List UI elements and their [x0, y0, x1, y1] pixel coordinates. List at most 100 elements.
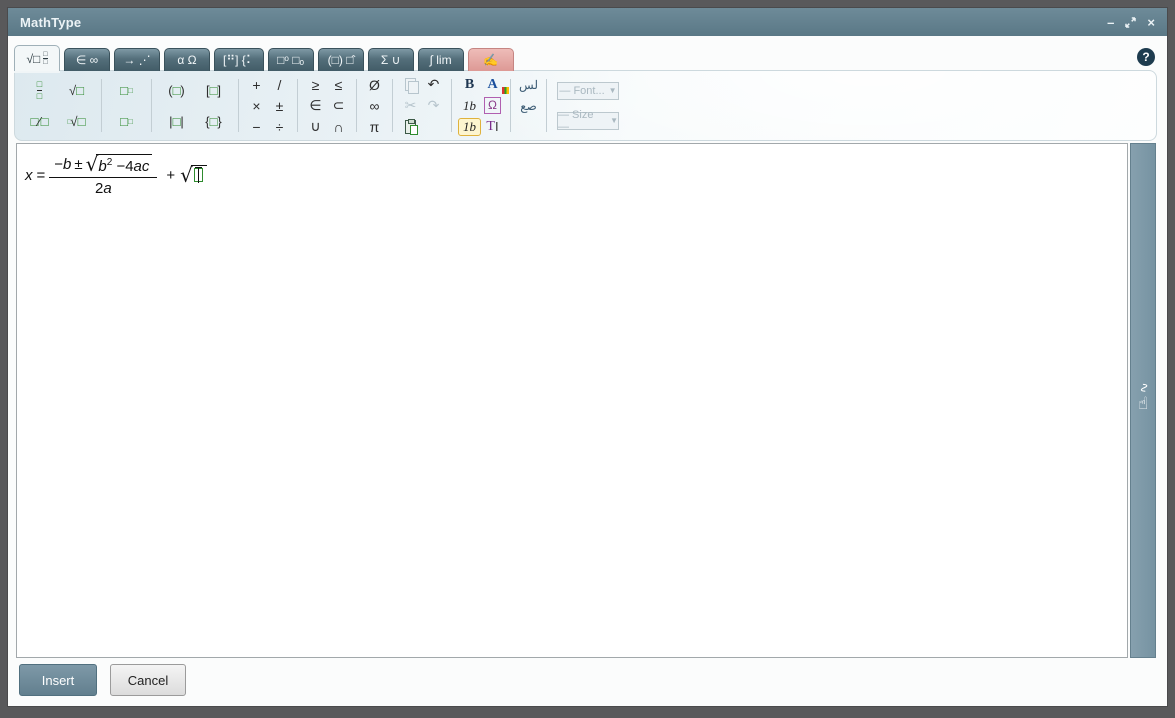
equation: x = − b ± √ b2 −4ac 2a + √ [25, 154, 1119, 197]
tab-scripts[interactable]: □ᵒ □ₒ [267, 48, 314, 71]
nth-root-button[interactable]: □ √□ [58, 106, 95, 137]
slash-fraction-button[interactable]: □∕□ [21, 106, 58, 137]
toolbar: □□ √□ □∕□ □√□ □□ □□ (□) [□] |□| {□} [14, 70, 1157, 141]
handwriting-strip[interactable]: ∿ ☝ [1130, 143, 1156, 658]
subscript-button[interactable]: □ □ [108, 106, 145, 137]
divide-button[interactable]: ÷ [268, 116, 291, 137]
math-style-button[interactable]: 1b [458, 95, 481, 116]
chevron-down-icon: ▼ [610, 116, 618, 125]
arabic-group: لس صع [517, 75, 540, 136]
symbol-style-button[interactable]: Ω [481, 95, 504, 116]
copy-icon [404, 77, 419, 94]
window-controls: – × [1107, 16, 1155, 29]
integral-lim-icon: ∫ lim [429, 53, 452, 67]
matrix-icon: [⠛] {⠅ [223, 53, 255, 67]
text-mode-button[interactable]: TI [481, 116, 504, 137]
tab-strip: √□ □ □ ∈ ∞ → ⋰ α Ω [⠛] {⠅ □ᵒ □ₒ (□) □̂ Σ … [14, 45, 514, 71]
equation-lhs: x [25, 167, 33, 184]
minus-button[interactable]: − [245, 116, 268, 137]
help-button[interactable]: ? [1137, 48, 1155, 66]
greek-icon: α Ω [177, 53, 197, 67]
chevron-down-icon: ▼ [608, 86, 617, 95]
tab-matrices[interactable]: [⠛] {⠅ [214, 48, 264, 71]
absolute-value-button[interactable]: |□| [158, 106, 195, 137]
relations-icon: ∈ ∞ [75, 53, 99, 67]
sum-union-icon: Σ ∪ [380, 53, 401, 67]
pi-button[interactable]: π [363, 116, 386, 137]
cut-button[interactable]: ✂ [399, 95, 422, 116]
divider [510, 79, 511, 132]
brackets-button[interactable]: [□] [195, 75, 232, 106]
arrows-icon: → ⋰ [123, 53, 151, 67]
leq-button[interactable]: ≤ [327, 74, 350, 95]
divider [101, 79, 102, 132]
symbol-group-arithmetic: + / × ± − ÷ [245, 75, 291, 136]
close-button[interactable]: × [1147, 16, 1155, 29]
sqrt-button[interactable]: √□ [58, 75, 95, 106]
handwriting-icon: ✍ [483, 53, 499, 67]
paste-icon [405, 118, 418, 135]
active-style-button[interactable]: 1b [458, 116, 481, 137]
divider [151, 79, 152, 132]
tab-handwriting[interactable]: ✍ [467, 48, 514, 71]
superscript-button[interactable]: □ □ [108, 75, 145, 106]
clipboard-group: ↶ ✂ ↷ [399, 75, 445, 136]
tab-calculus[interactable]: ∫ lim [417, 48, 464, 71]
arabic-math-button-1[interactable]: لس [517, 74, 540, 95]
fraction-template-icon: □ □ [43, 50, 48, 66]
tab-greek[interactable]: α Ω [164, 48, 210, 71]
font-size-group: — Font... ▼ — Size — ▼ [557, 75, 619, 136]
bold-button[interactable]: B [458, 74, 481, 95]
denominator: 2a [49, 177, 158, 197]
times-button[interactable]: × [245, 95, 268, 116]
window-title: MathType [20, 14, 82, 30]
plus-button[interactable]: + [245, 74, 268, 95]
union-button[interactable]: ∪ [304, 116, 327, 137]
infinity-button[interactable]: ∞ [363, 95, 386, 116]
tab-big-operators[interactable]: Σ ∪ [367, 48, 414, 71]
fences-icon: (□) □̂ [327, 53, 354, 67]
dialog-footer: Insert Cancel [8, 658, 1167, 702]
divider [392, 79, 393, 132]
plus-minus-button[interactable]: ± [268, 95, 291, 116]
color-button[interactable]: A [481, 74, 509, 95]
divider [238, 79, 239, 132]
tab-relations[interactable]: ∈ ∞ [64, 48, 110, 71]
tab-algebra-templates[interactable]: √□ □ □ [14, 45, 60, 71]
title-bar[interactable]: MathType – × [8, 8, 1167, 36]
braces-button[interactable]: {□} [195, 106, 232, 137]
radical: √ b2 −4ac [86, 154, 153, 175]
template-group-fences: (□) [□] |□| {□} [158, 75, 232, 136]
restore-icon[interactable] [1125, 16, 1137, 28]
paste-button[interactable] [399, 116, 422, 137]
minimize-button[interactable]: – [1107, 16, 1114, 29]
template-group-scripts: □ □ □ □ [108, 75, 145, 136]
slash-button[interactable]: / [268, 74, 291, 95]
empty-set-button[interactable]: Ø [363, 74, 386, 95]
cancel-button[interactable]: Cancel [110, 664, 186, 696]
parentheses-button[interactable]: (□) [158, 75, 195, 106]
empty-slot-cursor[interactable] [193, 167, 203, 183]
equation-canvas[interactable]: x = − b ± √ b2 −4ac 2a + √ [16, 143, 1128, 658]
mathtype-dialog: MathType – × ? √□ □ □ ∈ ∞ → ⋰ α Ω [⠛] {⠅ … [8, 8, 1167, 706]
tab-fences[interactable]: (□) □̂ [317, 48, 364, 71]
hand-pointer-icon: ∿ ☝ [1136, 381, 1153, 414]
scripts-icon: □ᵒ □ₒ [277, 53, 305, 67]
redo-button[interactable]: ↷ [422, 95, 445, 116]
tab-arrows[interactable]: → ⋰ [114, 48, 160, 71]
symbol-group-relations: ≥ ≤ ∈ ⊂ ∪ ∩ [304, 75, 350, 136]
copy-button[interactable] [399, 74, 422, 95]
insert-button[interactable]: Insert [19, 664, 97, 696]
subset-button[interactable]: ⊂ [327, 95, 350, 116]
plus-sign: + [166, 167, 176, 184]
arabic-math-button-2[interactable]: صع [517, 95, 540, 116]
intersection-button[interactable]: ∩ [327, 116, 350, 137]
font-dropdown[interactable]: — Font... ▼ [557, 81, 619, 100]
element-of-button[interactable]: ∈ [304, 95, 327, 116]
fraction-button[interactable]: □ □ [21, 75, 58, 106]
undo-button[interactable]: ↶ [422, 74, 445, 95]
template-group-fraction-root: □ □ √□ □∕□ □ √□ [21, 75, 95, 136]
geq-button[interactable]: ≥ [304, 74, 327, 95]
divider [546, 79, 547, 132]
size-dropdown[interactable]: — Size — ▼ [557, 109, 619, 133]
